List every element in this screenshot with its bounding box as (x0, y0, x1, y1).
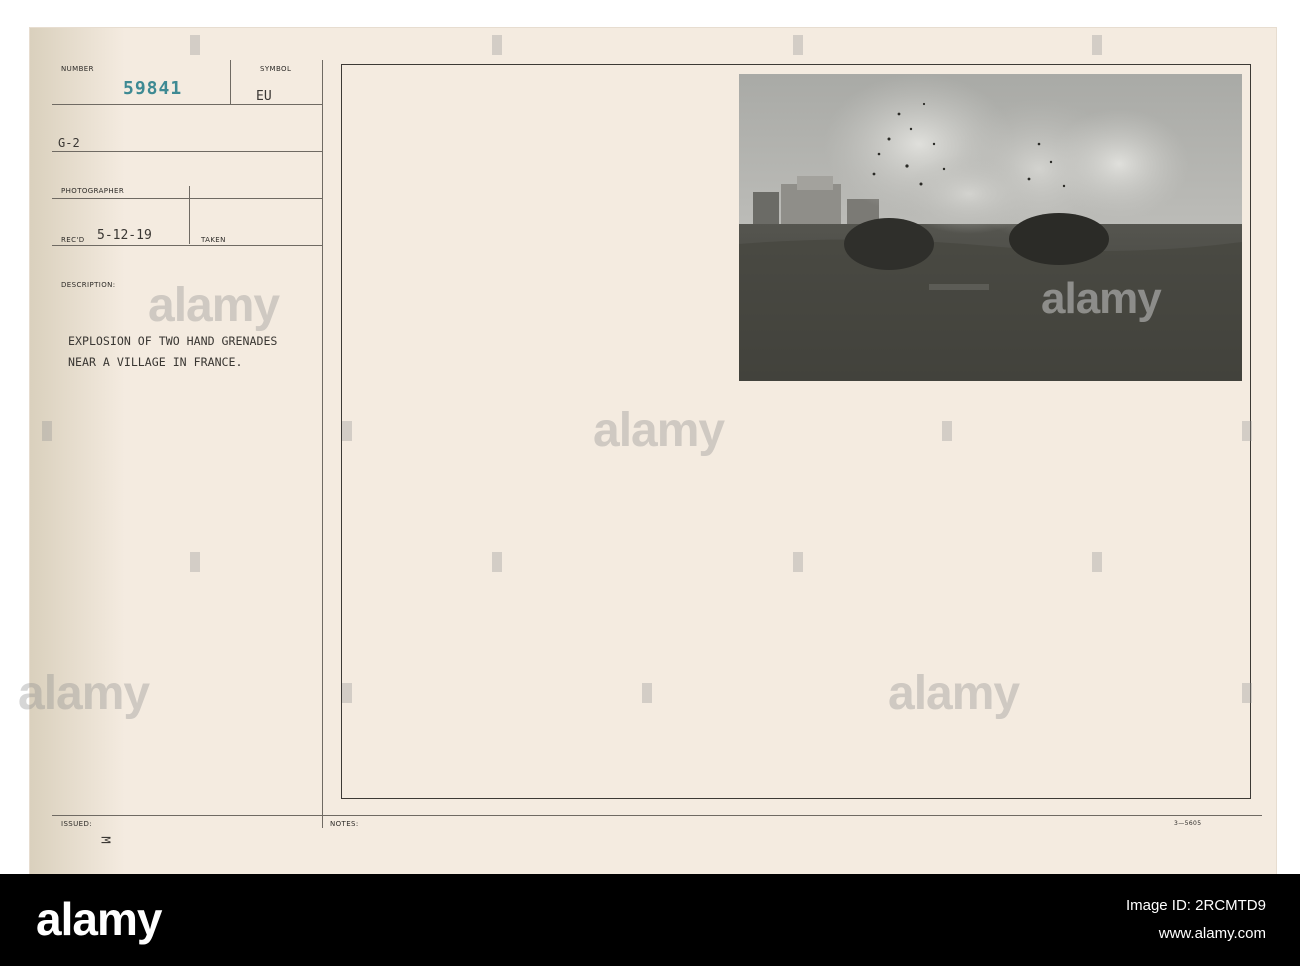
explosion-scene-image (739, 74, 1242, 381)
watermark-tick (492, 35, 502, 55)
paper-edge-shading (30, 28, 125, 874)
archive-record-card: NUMBER 59841 SYMBOL EU G-2 PHOTOGRAPHER … (18, 28, 1276, 874)
description-line-1: EXPLOSION OF TWO HAND GRENADES (68, 334, 278, 348)
watermark-tick (942, 421, 952, 441)
photographer-label: PHOTOGRAPHER (61, 187, 125, 195)
alamy-logo: alamy (36, 893, 162, 945)
notes-label: NOTES: (330, 820, 359, 828)
watermark-tick (793, 552, 803, 572)
watermark-tick (1092, 552, 1102, 572)
taken-label: TAKEN (201, 236, 226, 244)
symbol-label: SYMBOL (260, 65, 292, 73)
watermark-tick (642, 683, 652, 703)
issued-label: ISSUED: (61, 820, 93, 828)
watermark-3: alamy (888, 667, 1020, 720)
watermark-tick (42, 421, 52, 441)
image-id: Image ID: 2RCMTD9 (1125, 897, 1266, 914)
watermark-2: alamy (593, 404, 725, 457)
photo-watermark: alamy (1041, 274, 1162, 323)
recd-taken-divider (189, 186, 190, 244)
issued-mark: M (98, 836, 113, 844)
unit-code: G-2 (58, 136, 80, 150)
number-symbol-divider (230, 60, 231, 104)
watermark-tick (190, 552, 200, 572)
watermark-tick (342, 683, 352, 703)
explosion-photograph: alamy (739, 74, 1242, 381)
number-label: NUMBER (61, 65, 94, 73)
watermark-tick (1092, 35, 1102, 55)
rule-code (52, 151, 322, 152)
symbol-value: EU (256, 89, 272, 104)
watermark-tick (342, 421, 352, 441)
watermark-tick (793, 35, 803, 55)
form-code: 3—5605 (1174, 820, 1202, 827)
rule-photographer (52, 198, 322, 199)
number-value: 59841 (123, 78, 183, 99)
watermark-tick (492, 552, 502, 572)
rule-bottom (52, 815, 1262, 816)
column-divider (322, 60, 323, 828)
description-line-2: NEAR A VILLAGE IN FRANCE. (68, 355, 243, 369)
footer-info: Image ID: 2RCMTD9 www.alamy.com (1126, 892, 1266, 948)
watermark-tick (1242, 421, 1252, 441)
rule-recd (52, 245, 322, 246)
watermark-4: alamy (18, 667, 150, 720)
rule-number (52, 104, 322, 105)
watermark-tick (190, 35, 200, 55)
watermark-tick (1242, 683, 1252, 703)
site-url[interactable]: www.alamy.com (1126, 920, 1266, 948)
description-label: DESCRIPTION: (61, 281, 116, 289)
watermark-1: alamy (148, 279, 280, 332)
stock-footer-bar: alamy Image ID: 2RCMTD9 www.alamy.com (0, 874, 1300, 966)
recd-date: 5-12-19 (97, 228, 152, 243)
recd-label: REC'D (61, 236, 85, 244)
